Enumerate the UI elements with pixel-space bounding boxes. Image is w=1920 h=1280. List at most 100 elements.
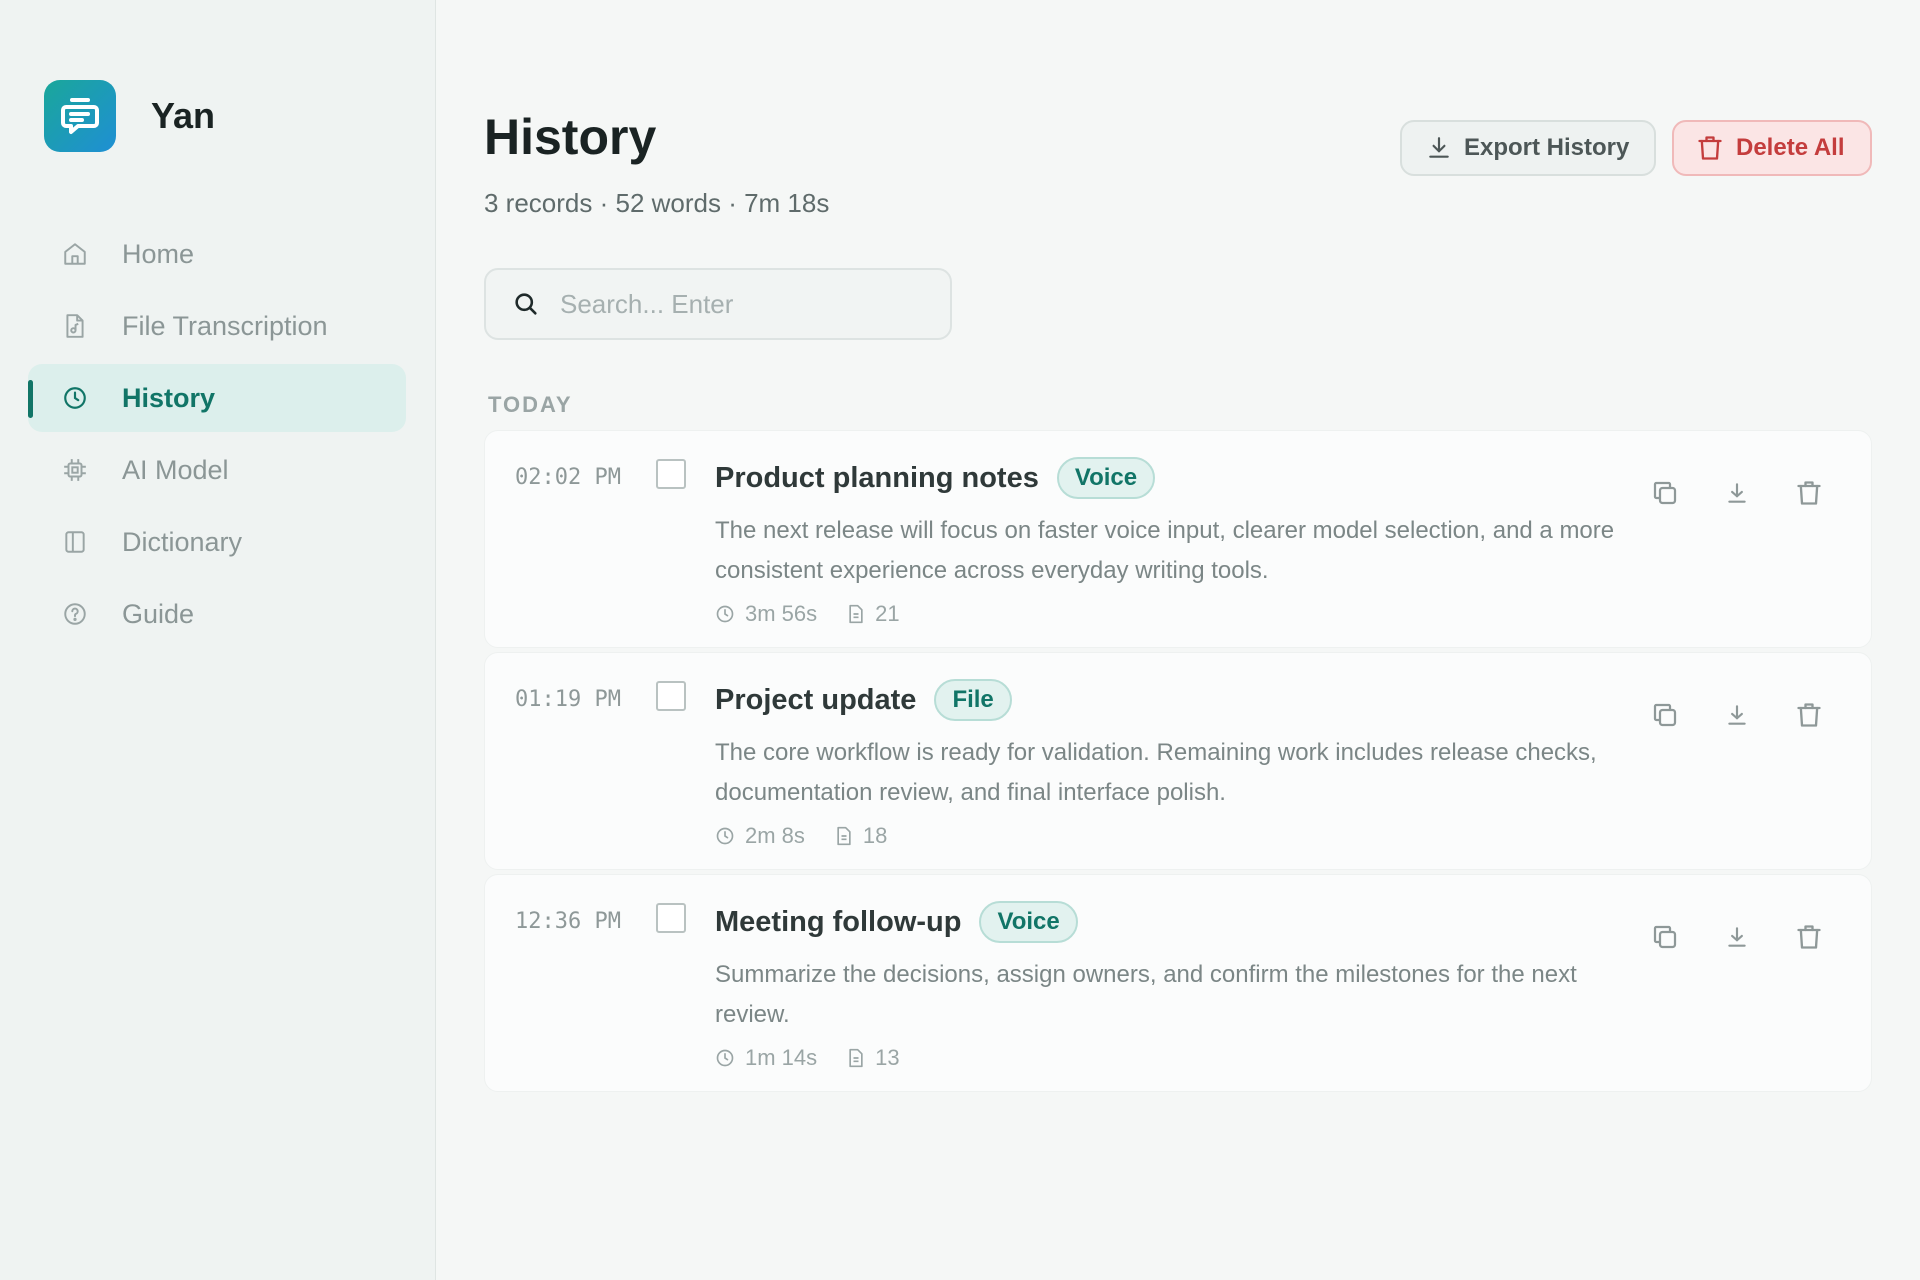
sidebar-item-home[interactable]: Home: [28, 220, 406, 288]
file-audio-icon: [60, 311, 90, 341]
download-button[interactable]: [1717, 917, 1757, 957]
sidebar-nav: Home File Transcription History AI Model…: [28, 220, 406, 652]
record-word-count: 21: [847, 601, 900, 627]
history-stats: 3 records · 52 words · 7m 18s: [484, 188, 830, 218]
record-title-row: Product planning notes Voice: [715, 457, 1156, 499]
app-name: Yan: [151, 95, 216, 136]
export-history-button[interactable]: Export History: [1400, 120, 1656, 176]
record-checkbox[interactable]: [656, 681, 686, 711]
record-title-row: Project update File: [715, 679, 1012, 721]
search-input[interactable]: [560, 288, 940, 320]
copy-button[interactable]: [1645, 473, 1685, 513]
copy-button[interactable]: [1645, 917, 1685, 957]
clock-icon: [716, 605, 734, 623]
history-record[interactable]: 12:36 PM Meeting follow-up Voice Summari…: [484, 874, 1872, 1092]
copy-icon: [1653, 481, 1677, 505]
record-title: Product planning notes: [715, 461, 1039, 494]
sidebar-item-label: History: [122, 382, 216, 413]
sidebar-item-guide[interactable]: Guide: [28, 580, 406, 648]
record-actions: [1645, 473, 1861, 513]
copy-icon: [1653, 925, 1677, 949]
delete-all-label: Delete All: [1736, 134, 1845, 161]
page-title: History: [484, 109, 657, 165]
delete-button[interactable]: [1789, 917, 1829, 957]
record-duration-value: 3m 56s: [745, 601, 818, 626]
sidebar: Yan Home File Transcription History AI M…: [0, 0, 436, 1280]
brand: Yan: [44, 80, 215, 152]
record-word-count-value: 21: [875, 601, 900, 626]
record-checkbox[interactable]: [656, 903, 686, 933]
history-record[interactable]: 01:19 PM Project update File The core wo…: [484, 652, 1872, 870]
clock-icon: [716, 1049, 734, 1067]
export-history-label: Export History: [1464, 134, 1630, 161]
trash-icon: [1797, 703, 1821, 727]
download-button[interactable]: [1717, 695, 1757, 735]
trash-icon: [1698, 136, 1722, 160]
download-icon: [1728, 483, 1746, 503]
sidebar-item-label: AI Model: [122, 454, 229, 485]
search-box: [484, 268, 952, 340]
sidebar-item-label: Home: [122, 238, 195, 269]
download-button[interactable]: [1717, 473, 1757, 513]
trash-icon: [1797, 925, 1821, 949]
record-time: 02:02 PM: [515, 465, 621, 490]
sidebar-item-label: File Transcription: [122, 310, 328, 341]
record-time: 12:36 PM: [515, 909, 621, 934]
delete-button[interactable]: [1789, 473, 1829, 513]
record-title-row: Meeting follow-up Voice: [715, 901, 1078, 943]
sidebar-item-dictionary[interactable]: Dictionary: [28, 508, 406, 576]
record-type-badge: Voice: [979, 901, 1078, 943]
delete-all-button[interactable]: Delete All: [1672, 120, 1872, 176]
document-icon: [849, 1048, 863, 1068]
record-duration: 3m 56s: [715, 601, 817, 627]
sidebar-item-label: Dictionary: [122, 526, 243, 557]
record-actions: [1645, 917, 1861, 957]
copy-button[interactable]: [1645, 695, 1685, 735]
history-record[interactable]: 02:02 PM Product planning notes Voice Th…: [484, 430, 1872, 648]
document-icon: [837, 826, 851, 846]
record-duration-value: 1m 14s: [745, 1045, 818, 1070]
download-icon: [1728, 927, 1746, 947]
record-word-count: 13: [847, 1045, 900, 1071]
book-icon: [60, 527, 90, 557]
sidebar-item-file-transcription[interactable]: File Transcription: [28, 292, 406, 360]
record-duration-value: 2m 8s: [745, 823, 805, 848]
delete-button[interactable]: [1789, 695, 1829, 735]
app-logo-icon: [44, 80, 116, 152]
sidebar-item-history[interactable]: History: [28, 364, 406, 432]
record-word-count: 18: [835, 823, 887, 849]
record-word-count-value: 18: [862, 823, 888, 848]
record-actions: [1645, 695, 1861, 735]
download-icon: [1429, 137, 1449, 158]
record-title: Project update: [715, 683, 917, 716]
record-meta: 1m 14s 13: [715, 1045, 930, 1071]
search-icon: [512, 290, 540, 318]
sidebar-item-label: Guide: [122, 598, 195, 629]
record-meta: 3m 56s 21: [715, 601, 930, 627]
record-text: The next release will focus on faster vo…: [715, 517, 1615, 584]
sidebar-item-ai-model[interactable]: AI Model: [28, 436, 406, 504]
record-checkbox[interactable]: [656, 459, 686, 489]
download-icon: [1728, 705, 1746, 725]
clock-icon: [60, 383, 90, 413]
trash-icon: [1797, 481, 1821, 505]
record-title: Meeting follow-up: [715, 905, 962, 938]
home-icon: [60, 239, 90, 269]
record-text: The core workflow is ready for validatio…: [715, 739, 1597, 806]
record-duration: 1m 14s: [715, 1045, 817, 1071]
chip-icon: [60, 455, 90, 485]
help-circle-icon: [60, 599, 90, 629]
record-time: 01:19 PM: [515, 687, 621, 712]
record-duration: 2m 8s: [715, 823, 805, 849]
copy-icon: [1653, 703, 1677, 727]
group-label-today: TODAY: [488, 392, 573, 417]
history-list: 02:02 PM Product planning notes Voice Th…: [484, 430, 1872, 1096]
clock-icon: [716, 827, 734, 845]
record-text: Summarize the decisions, assign owners, …: [715, 961, 1577, 1028]
record-type-badge: File: [934, 679, 1012, 721]
document-icon: [849, 604, 863, 624]
record-meta: 2m 8s 18: [715, 823, 917, 849]
record-type-badge: Voice: [1056, 457, 1156, 499]
record-word-count-value: 13: [875, 1045, 900, 1070]
main-content: History 3 records · 52 words · 7m 18s Ex…: [436, 0, 1920, 1280]
